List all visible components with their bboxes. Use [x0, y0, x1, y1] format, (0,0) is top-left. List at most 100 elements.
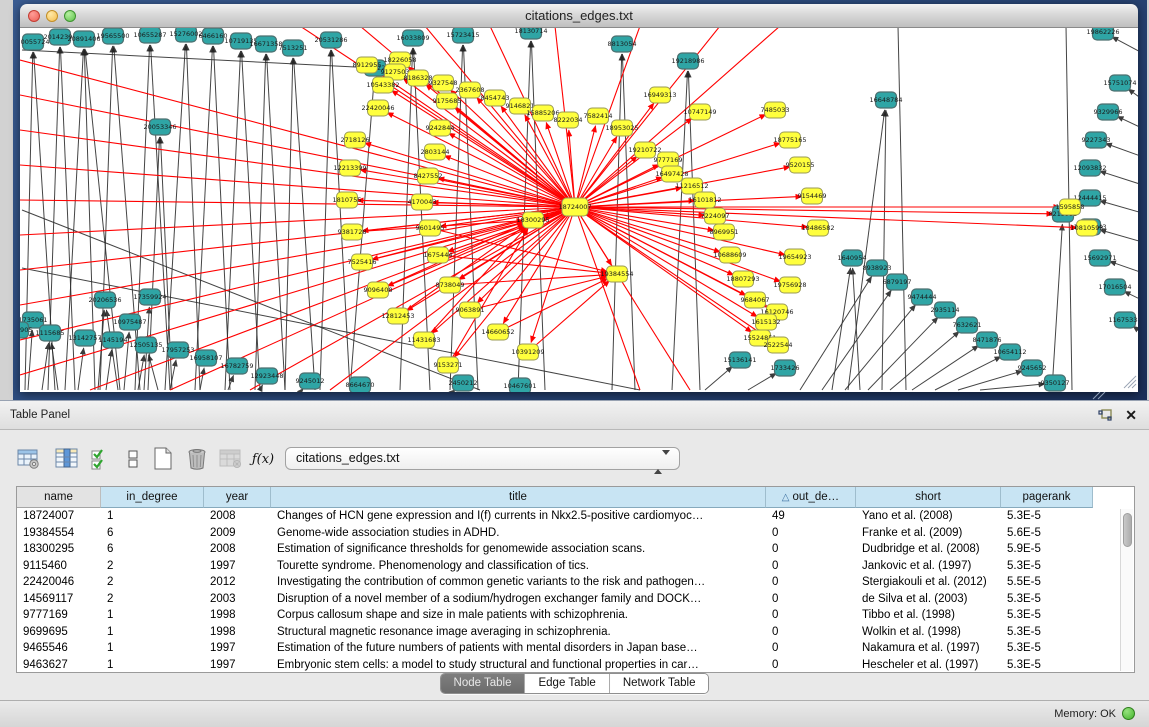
graph-node-label: 1145194 [99, 336, 128, 344]
function-builder-icon[interactable]: ƒ(x) [248, 444, 278, 474]
graph-edge [225, 51, 241, 390]
dropdown-arrows-icon [654, 452, 670, 473]
cell-in_degree: 1 [101, 624, 204, 641]
graph-edge [935, 357, 1001, 390]
cell-title: Genome-wide association studies in ADHD. [271, 525, 766, 542]
table-row[interactable]: 1830029562008Estimation of significance … [17, 541, 1134, 558]
graph-node-label: 15723415 [446, 31, 479, 39]
column-header-short[interactable]: short [856, 487, 1001, 508]
graph-edge [1105, 143, 1138, 158]
column-header-name[interactable]: name [17, 487, 101, 508]
close-panel-icon[interactable]: ✕ [1125, 407, 1137, 424]
graph-node-label: 9474444 [908, 293, 937, 301]
table-type-tabs: Node TableEdge TableNetwork Table [440, 673, 710, 694]
graph-node-label: 10467601 [503, 382, 536, 390]
graph-edge [255, 54, 266, 390]
cell-out_de: 0 [766, 657, 856, 674]
graph-node-label: 2450212 [449, 379, 478, 387]
graph-node-label: 2522544 [764, 341, 793, 349]
cell-pagerank: 5.3E-5 [1001, 591, 1093, 608]
graph-node-label: 19384554 [600, 270, 633, 278]
graph-node-label: 16497428 [655, 170, 688, 178]
graph-node-label: 1640954 [838, 254, 867, 262]
delete-rows-trash-icon[interactable] [182, 444, 212, 474]
graph-node-label: 16648784 [869, 96, 902, 104]
tab-node-table[interactable]: Node Table [441, 674, 525, 693]
tab-edge-table[interactable]: Edge Table [524, 674, 608, 693]
graph-node-label: 1675444 [424, 251, 453, 259]
table-row[interactable]: 969969511998Structural magnetic resonanc… [17, 624, 1134, 641]
graph-edge [20, 60, 575, 207]
float-panel-icon[interactable] [1098, 409, 1113, 422]
new-table-icon[interactable] [148, 444, 178, 474]
tab-network-table[interactable]: Network Table [609, 674, 709, 693]
delete-table-icon-disabled[interactable] [216, 444, 246, 474]
network-view-canvas[interactable]: 2005572420142396208914061956550010655287… [20, 28, 1138, 392]
graph-node-label: 17957253 [161, 346, 194, 354]
table-row[interactable]: 1872400712008Changes of HCN gene express… [17, 508, 1134, 525]
graph-node-label: 15136141 [723, 356, 756, 364]
column-header-title[interactable]: title [271, 487, 766, 508]
cell-out_de: 0 [766, 624, 856, 641]
column-header-in_degree[interactable]: in_degree [101, 487, 204, 508]
table-selector-dropdown[interactable]: citations_edges.txt [285, 447, 680, 470]
show-column-icon[interactable] [52, 444, 82, 474]
graph-node-label: 12213399 [333, 164, 366, 172]
graph-node-label: 19210722 [628, 146, 661, 154]
graph-node-label: 12505135 [129, 341, 162, 349]
graph-edge [980, 384, 1045, 390]
table-row[interactable]: 911546021997Tourette syndrome. Phenomeno… [17, 558, 1134, 575]
graph-edge [1117, 116, 1138, 130]
graph-node-label: 1733426 [771, 364, 800, 372]
table-row[interactable]: 1938455462009Genome-wide association stu… [17, 525, 1134, 542]
scrollbar-thumb[interactable] [1123, 513, 1132, 547]
panel-divider-grip[interactable] [1091, 392, 1107, 400]
frame-resize-grip[interactable] [1124, 376, 1136, 388]
cell-name: 9465546 [17, 640, 101, 657]
cell-out_de: 0 [766, 574, 856, 591]
cell-name: 14569117 [17, 591, 101, 608]
cell-out_de: 0 [766, 558, 856, 575]
graph-node-label: 13142757 [68, 334, 101, 342]
graph-node-label: 9242844 [426, 124, 455, 132]
graph-node-label: 2803144 [421, 148, 450, 156]
graph-edge [1128, 89, 1138, 102]
table-vertical-scrollbar[interactable] [1120, 509, 1133, 671]
table-row[interactable]: 1456911722003Disruption of a novel membe… [17, 591, 1134, 608]
graph-node-label: 10810593 [1070, 224, 1103, 232]
cell-short: Hescheler et al. (1997) [856, 657, 1001, 674]
cell-out_de: 0 [766, 525, 856, 542]
row-height-icon[interactable] [118, 444, 148, 474]
graph-node-label: 9175685 [433, 97, 462, 105]
graph-node-label: 7224097 [701, 212, 730, 220]
graph-node-label: 2367608 [456, 86, 485, 94]
graph-node-label: 18807293 [726, 275, 759, 283]
graph-node-label: 9153271 [434, 361, 463, 369]
select-rows-icon[interactable] [86, 444, 116, 474]
cell-in_degree: 2 [101, 558, 204, 575]
cell-short: de Silva et al. (2003) [856, 591, 1001, 608]
column-header-pagerank[interactable]: pagerank [1001, 487, 1093, 508]
table-settings-icon[interactable] [14, 444, 44, 474]
graph-edge [853, 268, 860, 390]
status-bar: Memory: OK [0, 700, 1149, 727]
table-panel-title: Table Panel [10, 409, 70, 421]
window-title: citations_edges.txt [20, 8, 1138, 23]
cell-short: Nakamura et al. (1997) [856, 640, 1001, 657]
graph-node-label: 17359924 [133, 293, 166, 301]
memory-indicator[interactable]: Memory: OK [1054, 707, 1135, 720]
table-row[interactable]: 946362711997Embryonic stem cells: a mode… [17, 657, 1134, 674]
cell-short: Jankovic et al. (1997) [856, 558, 1001, 575]
column-header-year[interactable]: year [204, 487, 271, 508]
graph-edge [430, 228, 607, 272]
citation-network-graph[interactable]: 2005572420142396208914061956550010655287… [20, 28, 1138, 392]
column-header-out_de[interactable]: △out_de… [766, 487, 856, 508]
graph-node-label: 16949313 [643, 91, 676, 99]
graph-node-label: 20206536 [88, 296, 121, 304]
cell-title: Investigating the contribution of common… [271, 574, 766, 591]
network-window-titlebar[interactable]: citations_edges.txt [20, 4, 1138, 28]
table-row[interactable]: 2242004622012Investigating the contribut… [17, 574, 1134, 591]
cell-year: 2008 [204, 541, 271, 558]
table-row[interactable]: 977716911998Corpus callosum shape and si… [17, 607, 1134, 624]
table-row[interactable]: 946554611997Estimation of the future num… [17, 640, 1134, 657]
